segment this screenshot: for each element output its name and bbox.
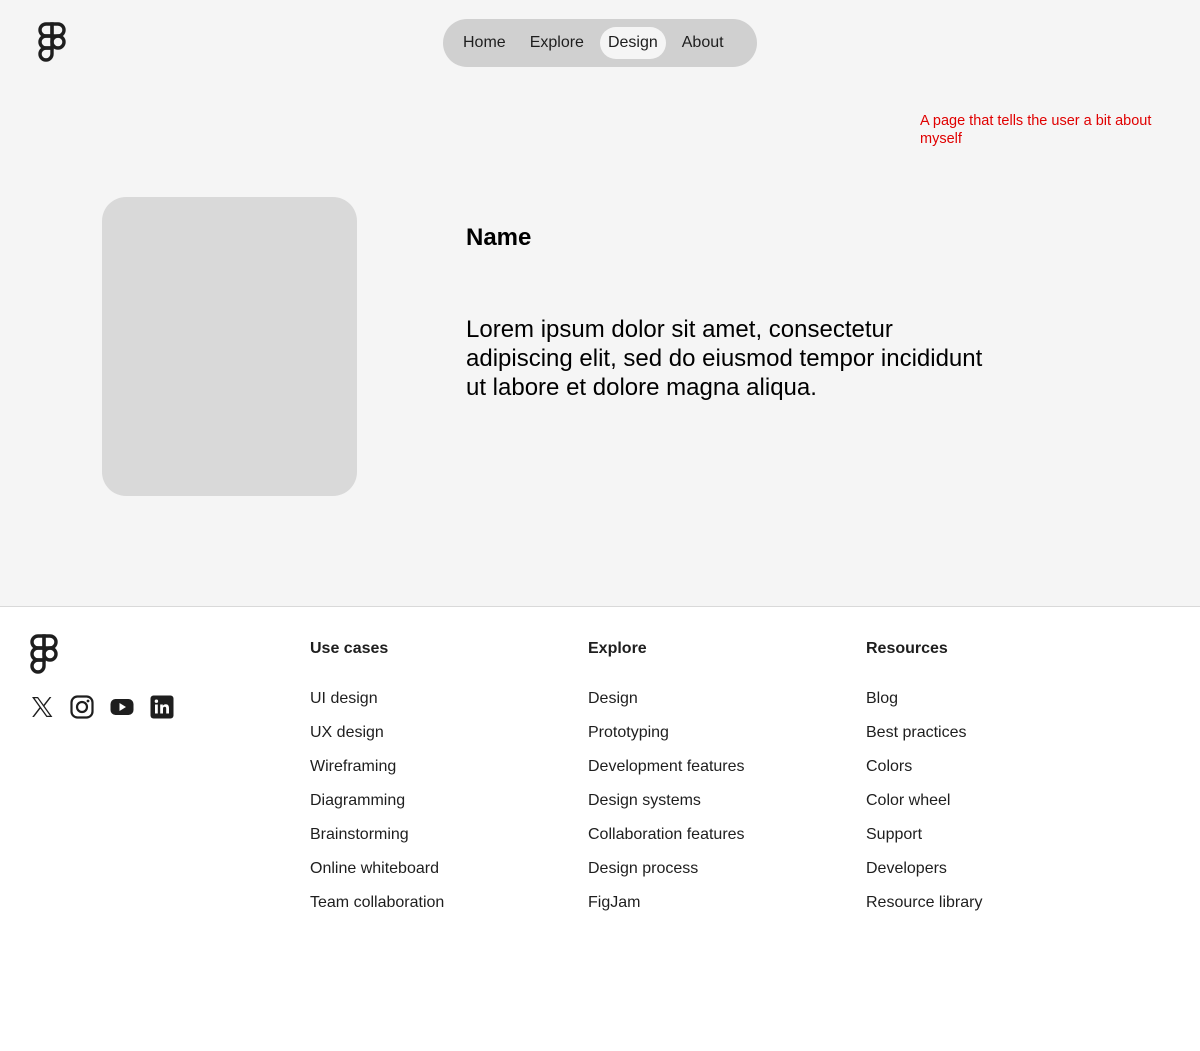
footer-link[interactable]: Collaboration features bbox=[588, 825, 745, 859]
footer-link[interactable]: Blog bbox=[866, 689, 982, 723]
footer-link[interactable]: Developers bbox=[866, 859, 982, 893]
footer-column-resources: Resources Blog Best practices Colors Col… bbox=[866, 639, 982, 927]
social-links bbox=[30, 695, 174, 719]
footer-column-use-cases: Use cases UI design UX design Wireframin… bbox=[310, 639, 444, 927]
footer-link[interactable]: Prototyping bbox=[588, 723, 745, 757]
main-nav: Home Explore Design About bbox=[443, 19, 757, 67]
instagram-icon[interactable] bbox=[70, 695, 94, 719]
page: Home Explore Design About A page that te… bbox=[0, 0, 1200, 1051]
footer-column-explore: Explore Design Prototyping Development f… bbox=[588, 639, 745, 927]
footer-column-title: Resources bbox=[866, 640, 948, 657]
linkedin-icon[interactable] bbox=[150, 695, 174, 719]
footer-link-list: Blog Best practices Colors Color wheel S… bbox=[866, 689, 982, 927]
footer-link[interactable]: Brainstorming bbox=[310, 825, 444, 859]
nav-item-about[interactable]: About bbox=[674, 27, 732, 59]
footer-column-title: Explore bbox=[588, 640, 647, 657]
footer-link[interactable]: Design process bbox=[588, 859, 745, 893]
hero-section: Home Explore Design About A page that te… bbox=[0, 0, 1200, 607]
footer-link[interactable]: Color wheel bbox=[866, 791, 982, 825]
nav-item-explore[interactable]: Explore bbox=[522, 27, 592, 59]
footer-link[interactable]: Colors bbox=[866, 757, 982, 791]
nav-item-design[interactable]: Design bbox=[599, 27, 666, 59]
profile-bio: Lorem ipsum dolor sit amet, consectetur … bbox=[466, 316, 983, 401]
footer-link[interactable]: Resource library bbox=[866, 893, 982, 927]
footer-link[interactable]: Wireframing bbox=[310, 757, 444, 791]
footer-link-list: UI design UX design Wireframing Diagramm… bbox=[310, 689, 444, 927]
footer-link[interactable]: FigJam bbox=[588, 893, 745, 927]
footer-link[interactable]: Development features bbox=[588, 757, 745, 791]
figma-logo-icon[interactable] bbox=[38, 22, 66, 64]
figma-logo-icon[interactable] bbox=[30, 634, 58, 676]
footer-link[interactable]: Design systems bbox=[588, 791, 745, 825]
footer-link-list: Design Prototyping Development features … bbox=[588, 689, 745, 927]
footer-link[interactable]: Best practices bbox=[866, 723, 982, 757]
footer-link[interactable]: Team collaboration bbox=[310, 893, 444, 927]
profile-name: Name bbox=[466, 224, 532, 251]
footer-column-title: Use cases bbox=[310, 640, 389, 657]
footer-link[interactable]: Design bbox=[588, 689, 745, 723]
footer-link[interactable]: Support bbox=[866, 825, 982, 859]
footer-link[interactable]: UX design bbox=[310, 723, 444, 757]
nav-item-home[interactable]: Home bbox=[455, 27, 514, 59]
youtube-icon[interactable] bbox=[110, 695, 134, 719]
footer-link[interactable]: Diagramming bbox=[310, 791, 444, 825]
annotation-note: A page that tells the user a bit about m… bbox=[920, 113, 1152, 147]
profile-image-placeholder bbox=[102, 197, 357, 496]
footer-link[interactable]: Online whiteboard bbox=[310, 859, 444, 893]
footer-link[interactable]: UI design bbox=[310, 689, 444, 723]
x-icon[interactable] bbox=[30, 695, 54, 719]
